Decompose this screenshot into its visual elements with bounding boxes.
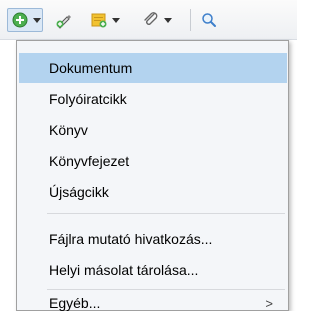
menu-item-label: Folyóiratcikk xyxy=(49,91,127,107)
menu-item-label: Dokumentum xyxy=(49,60,133,76)
menu-item-label: Újságcikk xyxy=(49,184,109,200)
menu-item-label: Könyv xyxy=(49,122,88,138)
pen-add-icon xyxy=(55,11,73,29)
menu-item-link-to-file[interactable]: Fájlra mutató hivatkozás... xyxy=(19,224,287,254)
menu-separator xyxy=(47,213,285,214)
new-item-menu: Dokumentum Folyóiratcikk Könyv Könyvfeje… xyxy=(16,40,289,311)
chevron-down-icon[interactable] xyxy=(111,17,121,23)
menu-item-label: Könyvfejezet xyxy=(49,153,130,169)
menu-item-store-copy[interactable]: Helyi másolat tárolása... xyxy=(19,255,287,285)
paperclip-icon xyxy=(142,11,160,29)
new-item-button[interactable] xyxy=(7,8,43,32)
menu-item-label: Helyi másolat tárolása... xyxy=(49,262,199,278)
search-button[interactable] xyxy=(200,8,220,32)
chevron-down-icon[interactable] xyxy=(163,17,173,23)
add-icon xyxy=(11,11,29,29)
new-note-button[interactable] xyxy=(90,8,126,32)
chevron-right-icon: > xyxy=(265,295,273,311)
chevron-down-icon[interactable] xyxy=(32,17,42,23)
menu-item-label: Egyéb... xyxy=(49,295,101,311)
menu-item-konyvfejezet[interactable]: Könyvfejezet xyxy=(19,146,287,176)
menu-item-dokumentum[interactable]: Dokumentum xyxy=(19,53,287,83)
background-panel xyxy=(289,40,297,311)
search-icon xyxy=(200,11,218,29)
add-by-identifier-button[interactable] xyxy=(55,8,75,32)
toolbar-separator xyxy=(190,9,191,31)
menu-item-folyoiratcikk[interactable]: Folyóiratcikk xyxy=(19,84,287,114)
menu-separator xyxy=(47,289,285,290)
menu-item-other[interactable]: Egyéb... > xyxy=(19,295,287,311)
menu-item-label: Fájlra mutató hivatkozás... xyxy=(49,231,213,247)
toolbar xyxy=(0,0,297,40)
menu-item-ujsagcikk[interactable]: Újságcikk xyxy=(19,177,287,207)
add-attachment-button[interactable] xyxy=(142,8,178,32)
note-add-icon xyxy=(90,11,108,29)
menu-item-konyv[interactable]: Könyv xyxy=(19,115,287,145)
